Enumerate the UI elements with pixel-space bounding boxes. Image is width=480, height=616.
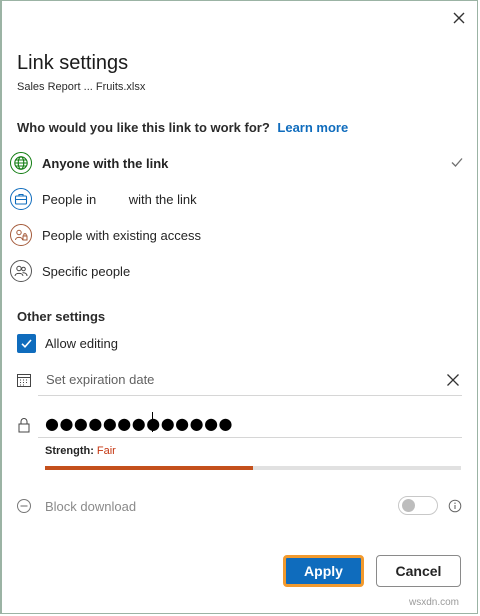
allow-editing-checkbox[interactable]: Allow editing [17, 334, 118, 353]
people-icon [10, 260, 32, 282]
expiration-date-placeholder: Set expiration date [46, 372, 155, 387]
checkmark-icon [450, 155, 464, 174]
dialog-title: Link settings [17, 52, 129, 74]
calendar-icon [16, 372, 32, 393]
text-caret [152, 412, 153, 432]
block-download-label: Block download [45, 499, 137, 514]
option-people-in-org[interactable]: People in with the link [10, 184, 470, 214]
strength-value: Fair [96, 445, 116, 457]
option-specific-people[interactable]: Specific people [10, 256, 470, 286]
option-label: People in with the link [42, 191, 197, 207]
other-settings-heading: Other settings [17, 309, 106, 324]
block-download-toggle[interactable] [398, 496, 438, 515]
cancel-button[interactable]: Cancel [376, 555, 461, 587]
password-value: ●●●●●●●●●●●●● [45, 414, 233, 433]
learn-more-link[interactable]: Learn more [277, 120, 348, 135]
clear-date-icon[interactable] [444, 371, 462, 394]
allow-editing-label: Allow editing [45, 336, 118, 351]
audience-question-text: Who would you like this link to work for… [17, 120, 270, 135]
option-label: People with existing access [42, 227, 201, 243]
audience-question: Who would you like this link to work for… [17, 120, 348, 135]
strength-meter [45, 466, 461, 470]
option-label: Anyone with the link [42, 155, 169, 171]
apply-button[interactable]: Apply [283, 555, 364, 587]
strength-label: Strength: [45, 445, 94, 457]
info-icon[interactable] [448, 499, 462, 518]
strength-meter-fill [45, 466, 253, 470]
option-anyone[interactable]: Anyone with the link [10, 148, 470, 178]
block-icon [16, 498, 32, 519]
lock-icon [17, 417, 31, 438]
globe-icon [10, 152, 32, 174]
briefcase-icon [10, 188, 32, 210]
toggle-knob [402, 499, 415, 512]
close-icon[interactable] [448, 7, 470, 29]
checkbox-checked-icon [17, 334, 36, 353]
people-lock-icon [10, 224, 32, 246]
option-label: Specific people [42, 263, 131, 279]
expiration-date-field[interactable]: Set expiration date [38, 366, 462, 396]
option-existing-access[interactable]: People with existing access [10, 220, 470, 250]
watermark: wsxdn.com [409, 597, 460, 608]
file-name: Sales Report ... Fruits.xlsx [17, 81, 146, 93]
password-strength: Strength: Fair [45, 445, 116, 457]
